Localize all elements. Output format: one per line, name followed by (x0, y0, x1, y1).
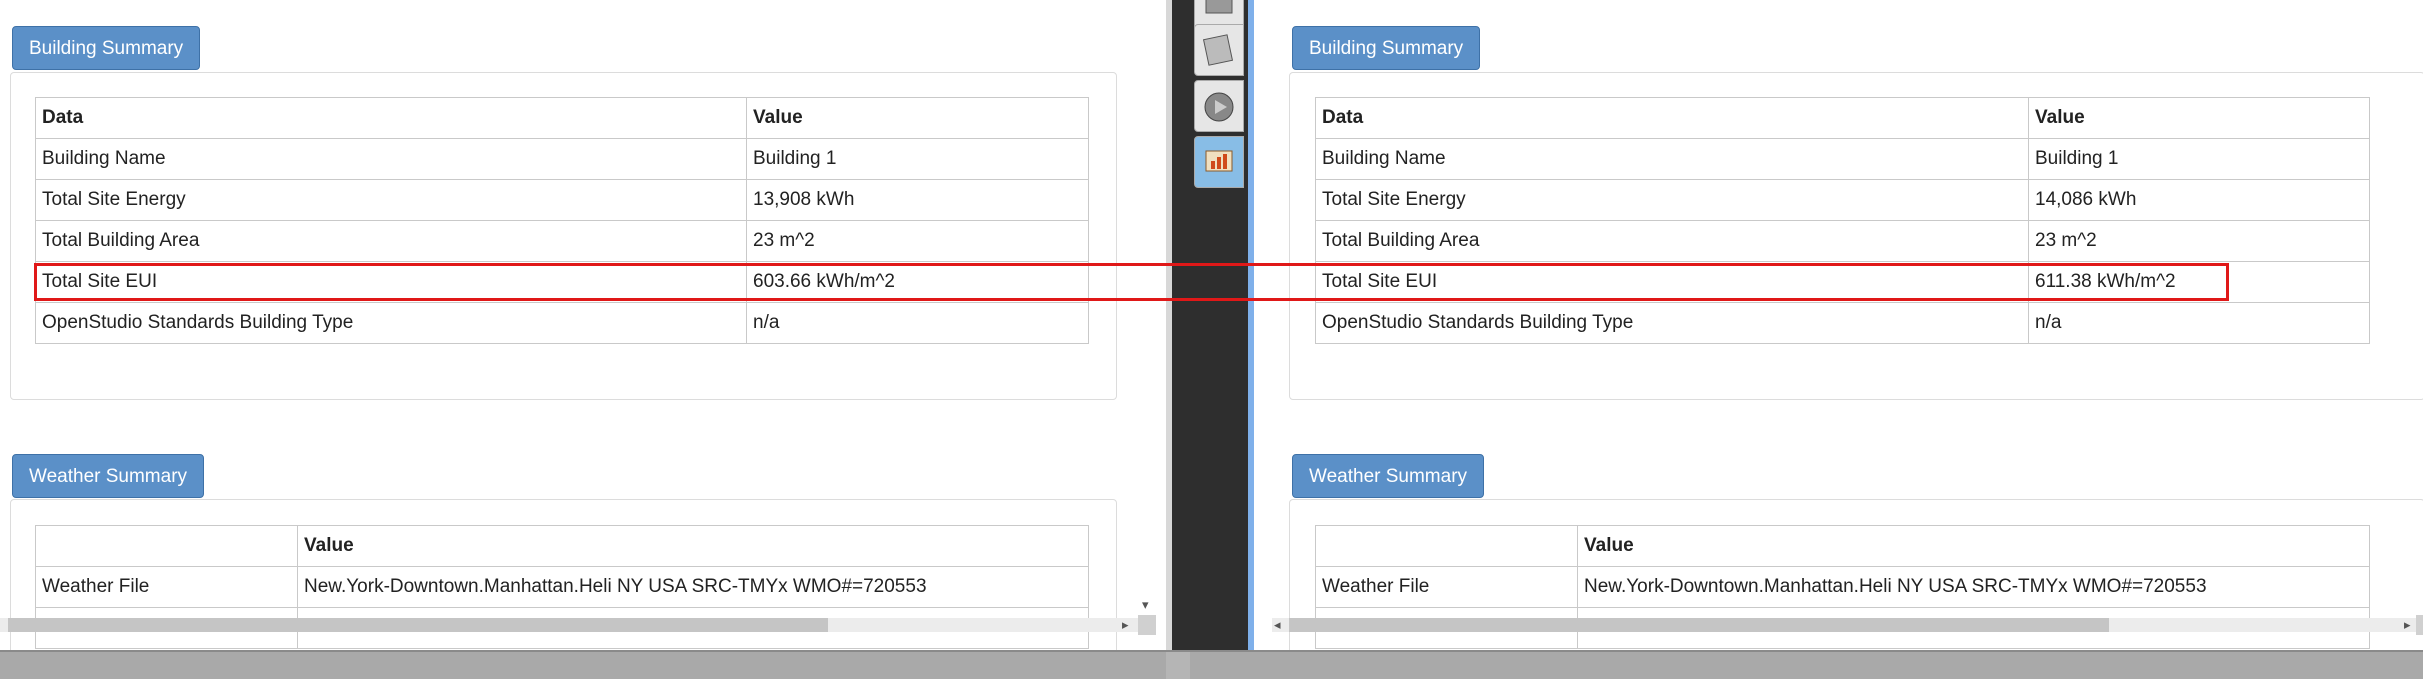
scroll-right-arrow-icon[interactable]: ▸ (1122, 618, 1129, 632)
row-label: Total Site Energy (35, 179, 747, 221)
row-label: Weather File (35, 566, 298, 608)
table-header-data: Data (35, 97, 747, 139)
row-value: 13,908 kWh (746, 179, 1089, 221)
building-summary-button[interactable]: Building Summary (1292, 26, 1481, 70)
row-value: New.York-Downtown.Manhattan.Heli NY USA … (297, 566, 1089, 608)
status-bar (0, 650, 2423, 679)
document-icon[interactable] (1194, 24, 1244, 76)
row-value: n/a (2028, 302, 2370, 344)
row-label: Total Building Area (1315, 220, 2029, 262)
table-row: Total Site Energy 14,086 kWh (1315, 179, 2370, 221)
scroll-corner (2416, 615, 2423, 635)
table-header-value: Value (746, 97, 1089, 139)
table-row: Building Name Building 1 (35, 138, 1089, 180)
row-label: OpenStudio Standards Building Type (35, 302, 747, 344)
table-row: Building Name Building 1 (1315, 138, 2370, 180)
row-value: n/a (746, 302, 1089, 344)
results-chart-icon[interactable] (1194, 136, 1244, 188)
table-header-value: Value (297, 525, 1089, 567)
row-label: OpenStudio Standards Building Type (1315, 302, 2029, 344)
building-summary-table: Data Value Building Name Building 1 Total… (35, 97, 1089, 344)
table-row: Total Building Area 23 m^2 (1315, 220, 2370, 262)
row-label: Building Name (35, 138, 747, 180)
table-header-row: Data Value (1315, 97, 2370, 139)
run-icon[interactable] (1194, 80, 1244, 132)
row-value: 23 m^2 (746, 220, 1089, 262)
table-header-value: Value (1577, 525, 2370, 567)
scroll-right-arrow-icon[interactable]: ▸ (2404, 618, 2411, 632)
table-row: Weather File New.York-Downtown.Manhattan.… (35, 566, 1089, 608)
row-value: 14,086 kWh (2028, 179, 2370, 221)
table-header-blank (1315, 525, 1578, 567)
left-splitter[interactable] (1166, 0, 1172, 650)
table-row: Total Building Area 23 m^2 (35, 220, 1089, 262)
table-header-row: Value (1315, 525, 2370, 567)
status-resize-grip[interactable] (1166, 652, 1190, 679)
table-header-row: Data Value (35, 97, 1089, 139)
row-label: Total Site Energy (1315, 179, 2029, 221)
scroll-down-arrow-icon[interactable]: ▾ (1142, 598, 1149, 612)
weather-summary-button[interactable]: Weather Summary (12, 454, 205, 498)
weather-summary-button[interactable]: Weather Summary (1292, 454, 1485, 498)
building-summary-table: Data Value Building Name Building 1 Total… (1315, 97, 2370, 344)
horizontal-scrollbar-thumb[interactable] (1289, 618, 2109, 632)
horizontal-scrollbar-thumb[interactable] (8, 618, 828, 632)
scroll-corner (1138, 615, 1156, 635)
table-row: Weather File New.York-Downtown.Manhattan.… (1315, 566, 2370, 608)
left-report-pane: Building Summary Data Value Building Nam… (0, 0, 1166, 650)
row-label: Total Building Area (35, 220, 747, 262)
highlight-box (34, 263, 2229, 301)
table-header-value: Value (2028, 97, 2370, 139)
row-value: Building 1 (2028, 138, 2370, 180)
row-label: Building Name (1315, 138, 2029, 180)
row-value: Building 1 (746, 138, 1089, 180)
table-row: Total Site Energy 13,908 kWh (35, 179, 1089, 221)
table-header-row: Value (35, 525, 1089, 567)
table-header-data: Data (1315, 97, 2029, 139)
table-header-blank (35, 525, 298, 567)
building-summary-button[interactable]: Building Summary (12, 26, 201, 70)
row-value: New.York-Downtown.Manhattan.Heli NY USA … (1577, 566, 2370, 608)
row-label: Weather File (1315, 566, 1578, 608)
table-row: OpenStudio Standards Building Type n/a (35, 302, 1089, 344)
table-row: OpenStudio Standards Building Type n/a (1315, 302, 2370, 344)
scroll-left-arrow-icon[interactable]: ◂ (1274, 618, 1281, 632)
row-value: 23 m^2 (2028, 220, 2370, 262)
right-report-pane: Building Summary Data Value Building Nam… (1254, 0, 2423, 650)
